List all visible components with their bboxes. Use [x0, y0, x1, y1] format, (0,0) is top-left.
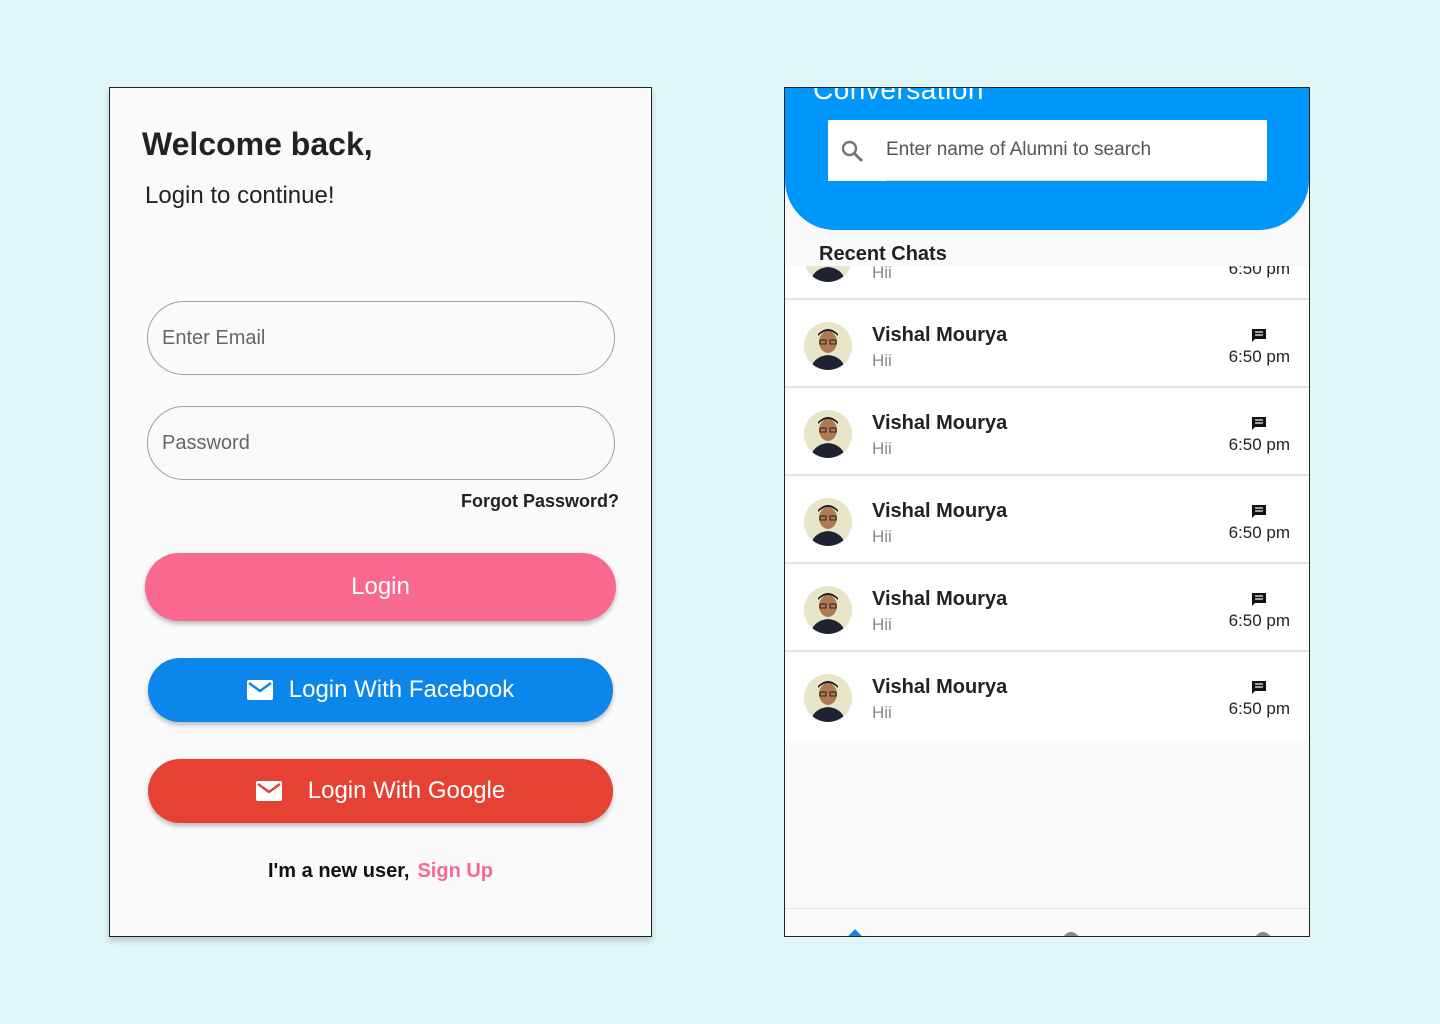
chat-name: Vishal Mourya	[872, 324, 1008, 346]
list-item[interactable]: Vishal Mourya Hii 6:50 pm	[785, 566, 1309, 652]
avatar	[804, 498, 852, 546]
mail-icon	[246, 680, 273, 700]
conversation-title: Conversation	[813, 87, 984, 105]
search-box[interactable]	[828, 120, 1267, 181]
login-facebook-label: Login With Facebook	[288, 676, 515, 703]
avatar	[804, 266, 852, 282]
search-input[interactable]	[886, 120, 1256, 181]
message-icon	[1251, 328, 1267, 344]
chat-message: Hii	[872, 266, 892, 282]
chat-time: 6:50 pm	[1228, 699, 1290, 718]
chat-time: 6:50 pm	[1228, 611, 1290, 630]
avatar	[804, 322, 852, 370]
message-icon	[1251, 680, 1267, 696]
message-icon	[1251, 416, 1267, 432]
list-item[interactable]: Vishal Mourya Hii 6:50 pm	[785, 478, 1309, 564]
message-icon	[1251, 592, 1267, 608]
chat-time: 6:50 pm	[1228, 266, 1290, 278]
login-google-label: Login With Google	[307, 777, 506, 804]
signup-link[interactable]: Sign Up	[417, 860, 493, 882]
avatar	[804, 410, 852, 458]
chat-name: Vishal Mourya	[872, 588, 1008, 610]
message-icon	[1251, 504, 1267, 520]
list-item[interactable]: Vishal Mourya Hii 6:50 pm	[785, 302, 1309, 388]
search-icon	[840, 139, 864, 163]
chat-name: Vishal Mourya	[872, 676, 1008, 698]
list-item[interactable]: Vishal Mourya Hii 6:50 pm	[785, 390, 1309, 476]
chat-message: Hii	[872, 527, 892, 546]
mail-icon	[255, 781, 282, 801]
chat-screen: Conversation Recent Chats Hii 6:50 pm Vi…	[784, 87, 1310, 937]
nav-icon-4[interactable]	[1155, 928, 1175, 936]
login-button-label: Login	[351, 573, 410, 600]
chat-header: Conversation	[785, 88, 1309, 230]
chat-name: Vishal Mourya	[872, 500, 1008, 522]
chat-time: 6:50 pm	[1228, 523, 1290, 542]
login-screen: Welcome back, Login to continue! Forgot …	[109, 87, 652, 937]
chat-message: Hii	[872, 351, 892, 370]
list-item[interactable]: Vishal Mourya Hii 6:50 pm	[785, 654, 1309, 740]
signup-row: I'm a new user, Sign Up	[110, 860, 651, 883]
login-button[interactable]: Login	[145, 553, 616, 621]
home-nav-icon[interactable]	[845, 928, 865, 936]
chat-message: Hii	[872, 615, 892, 634]
password-field[interactable]	[147, 406, 615, 480]
avatar	[804, 586, 852, 634]
list-item[interactable]: Hii 6:50 pm	[785, 266, 1309, 300]
email-field[interactable]	[147, 301, 615, 375]
nav-icon-5[interactable]	[1253, 928, 1273, 936]
recent-chats-heading: Recent Chats	[785, 230, 1309, 266]
welcome-title: Welcome back,	[142, 126, 373, 162]
chat-name: Vishal Mourya	[872, 412, 1008, 434]
chat-time: 6:50 pm	[1228, 435, 1290, 454]
login-facebook-button[interactable]: Login With Facebook	[148, 658, 613, 722]
login-google-button[interactable]: Login With Google	[148, 759, 613, 823]
nav-icon-2[interactable]	[965, 928, 985, 936]
chat-list[interactable]: Hii 6:50 pm Vishal Mourya Hii 6:50 pm Vi…	[785, 266, 1309, 741]
chat-message: Hii	[872, 439, 892, 458]
avatar	[804, 674, 852, 722]
forgot-password-link[interactable]: Forgot Password?	[461, 491, 619, 512]
chat-message: Hii	[872, 703, 892, 722]
chat-time: 6:50 pm	[1228, 347, 1290, 366]
new-user-text: I'm a new user,	[267, 860, 410, 882]
nav-icon-3[interactable]	[1061, 928, 1081, 936]
login-subtitle: Login to continue!	[145, 182, 335, 209]
bottom-nav	[785, 908, 1309, 936]
